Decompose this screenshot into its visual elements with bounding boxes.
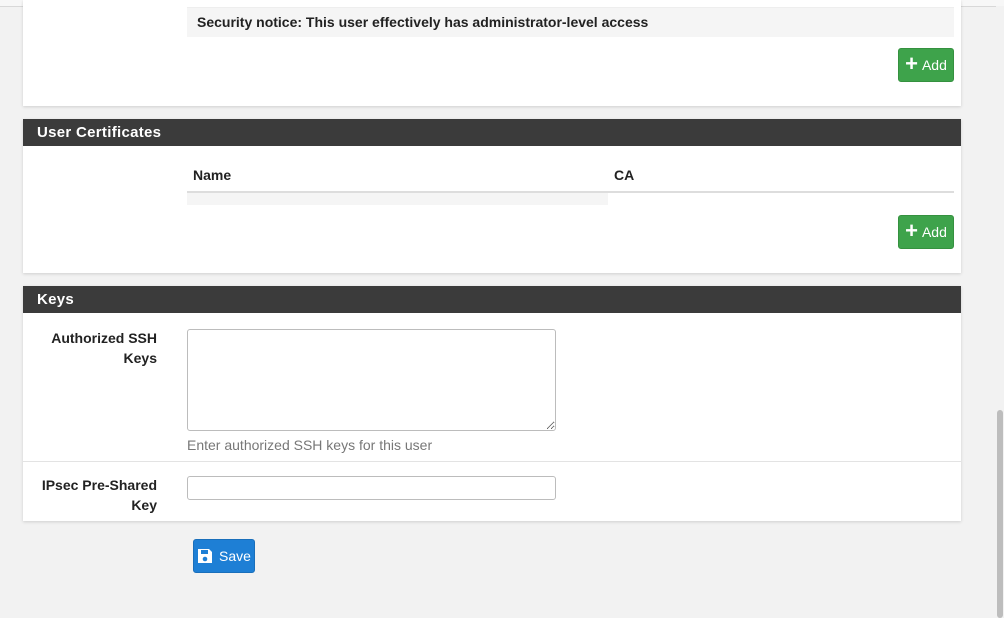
save-label: Save xyxy=(219,548,251,564)
panel-title: User Certificates xyxy=(23,119,961,146)
privileges-panel: Security notice: This user effectively h… xyxy=(23,0,961,106)
ipsec-psk-label-line1: IPsec Pre-Shared xyxy=(41,477,157,493)
panel-title: Keys xyxy=(23,286,961,313)
divider xyxy=(23,461,961,462)
ssh-keys-label-line2: Keys xyxy=(123,350,157,366)
save-icon xyxy=(198,549,213,563)
ssh-keys-label-line1: Authorized SSH xyxy=(51,330,157,346)
ipsec-psk-label: IPsec Pre-Shared Key xyxy=(23,475,157,515)
add-privilege-button[interactable]: + Add xyxy=(898,48,954,82)
ipsec-psk-input[interactable] xyxy=(187,476,556,500)
security-notice: Security notice: This user effectively h… xyxy=(187,7,954,37)
column-header-ca: CA xyxy=(614,167,635,183)
add-certificate-label: Add xyxy=(921,224,947,240)
add-certificate-button[interactable]: + Add xyxy=(898,215,954,249)
keys-panel: Keys Authorized SSH Keys Enter authorize… xyxy=(23,286,961,521)
add-privilege-label: Add xyxy=(921,57,947,73)
ssh-keys-label: Authorized SSH Keys xyxy=(23,328,157,368)
scrollbar-thumb[interactable] xyxy=(997,410,1003,618)
plus-icon: + xyxy=(905,218,918,243)
table-row xyxy=(187,193,608,205)
save-button[interactable]: Save xyxy=(193,539,255,573)
table-header: Name CA xyxy=(187,164,954,193)
ipsec-psk-label-line2: Key xyxy=(131,497,157,513)
ssh-keys-help: Enter authorized SSH keys for this user xyxy=(187,437,433,453)
certificates-table: Name CA xyxy=(187,164,954,205)
scrollbar-track[interactable] xyxy=(996,6,1004,618)
user-certificates-panel: User Certificates Name CA + Add xyxy=(23,119,961,273)
column-header-name: Name xyxy=(193,167,232,183)
plus-icon: + xyxy=(905,51,918,76)
ssh-keys-textarea[interactable] xyxy=(187,329,556,431)
